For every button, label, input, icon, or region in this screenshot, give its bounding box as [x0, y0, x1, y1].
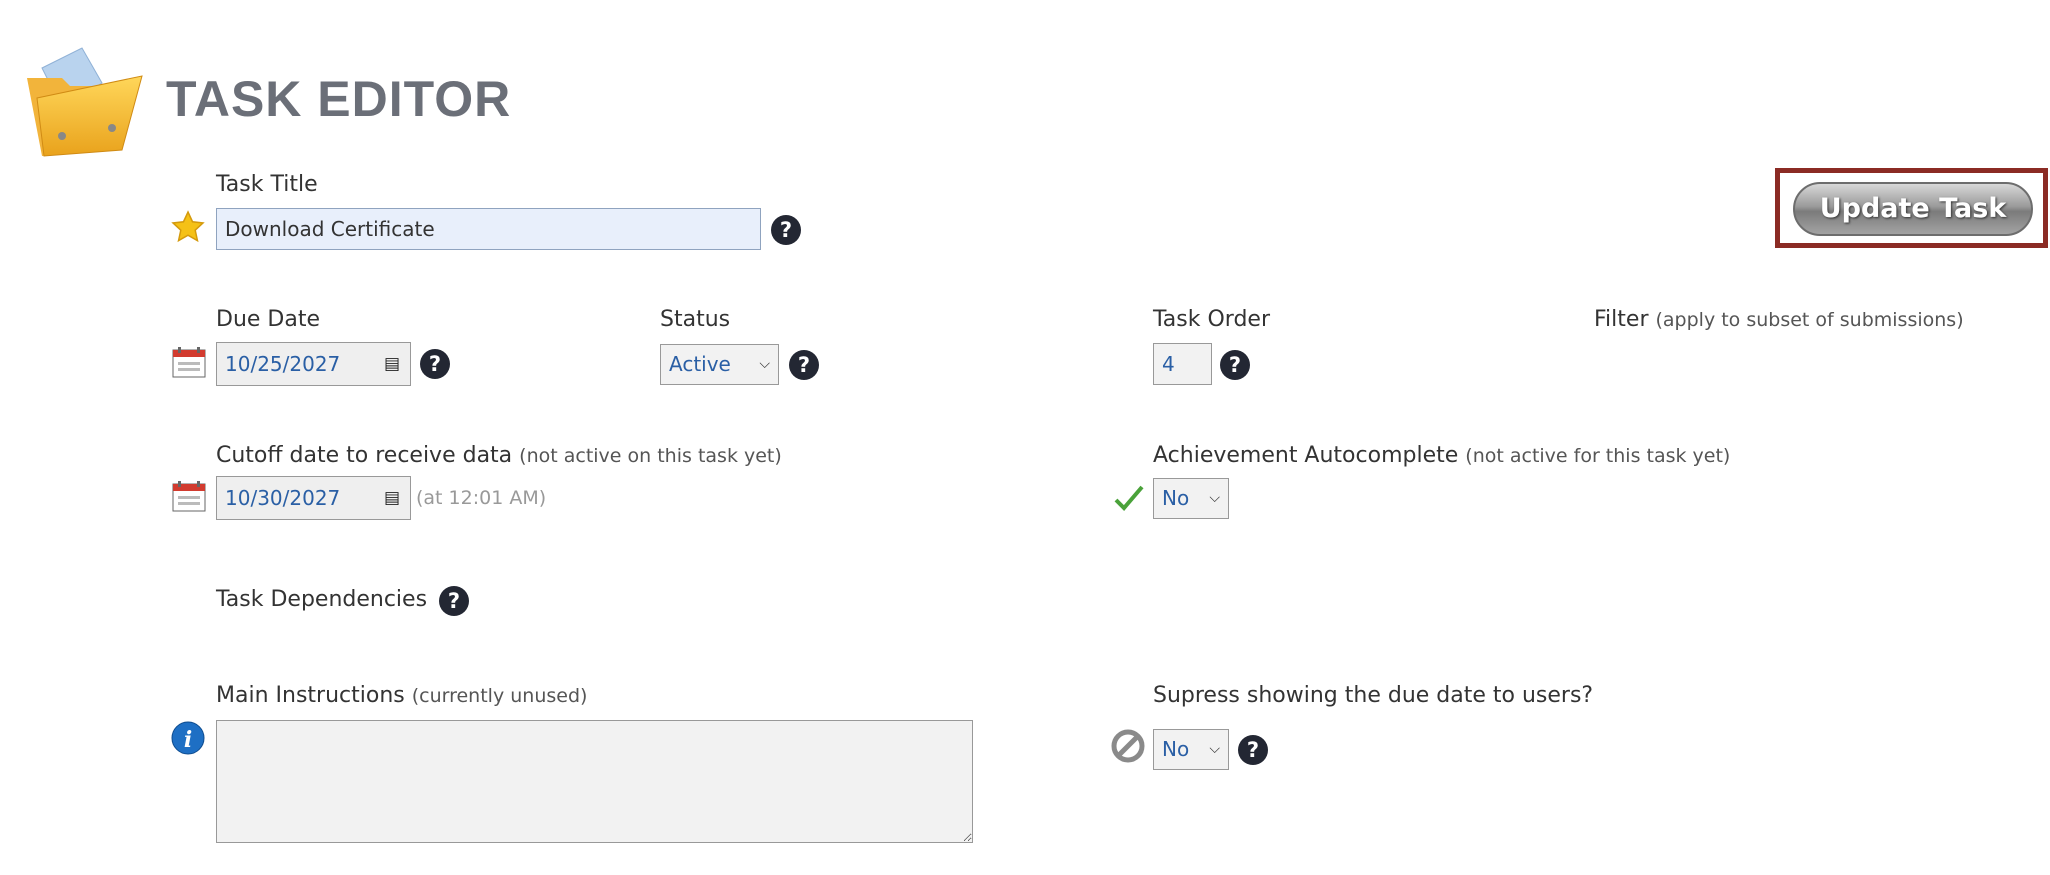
due-date-label: Due Date: [216, 307, 320, 332]
achievement-value: No: [1162, 486, 1190, 510]
status-label: Status: [660, 307, 731, 332]
prohibited-icon: [1111, 729, 1145, 767]
cutoff-note: (not active on this task yet): [519, 445, 782, 467]
update-task-button[interactable]: Update Task: [1793, 182, 2033, 236]
status-select[interactable]: Active ⌵: [660, 344, 779, 385]
filter-note: (apply to subset of submissions): [1655, 309, 1964, 331]
task-order-label: Task Order: [1153, 307, 1270, 332]
suppress-due-date-label: Supress showing the due date to users?: [1153, 683, 1594, 708]
achievement-note: (not active for this task yet): [1465, 445, 1731, 467]
task-title-input[interactable]: Download Certificate: [216, 208, 761, 250]
info-icon: i: [171, 721, 205, 759]
chevron-down-icon: ⌵: [759, 356, 770, 372]
filter-label: Filter (apply to subset of submissions): [1594, 307, 1964, 332]
folder-icon: [22, 38, 147, 158]
chevron-down-icon: ⌵: [1209, 741, 1220, 757]
chevron-down-icon: ⌵: [1209, 490, 1220, 506]
cutoff-time-note: (at 12:01 AM): [416, 487, 547, 509]
achievement-label: Achievement Autocomplete (not active for…: [1153, 443, 1730, 468]
cutoff-label-text: Cutoff date to receive data: [216, 443, 513, 468]
cutoff-date-input[interactable]: 10/30/2027 ▤: [216, 476, 411, 520]
task-title-label: Task Title: [216, 172, 318, 197]
cutoff-date-value: 10/30/2027: [225, 486, 341, 510]
suppress-due-date-value: No: [1162, 737, 1190, 761]
calendar-icon: [172, 346, 206, 382]
filter-label-text: Filter: [1594, 307, 1649, 332]
task-dependencies-help-icon[interactable]: ?: [439, 586, 469, 616]
checkmark-icon: [1114, 484, 1144, 516]
due-date-value: 10/25/2027: [225, 352, 341, 376]
task-order-help-icon[interactable]: ?: [1220, 350, 1250, 380]
date-picker-icon[interactable]: ▤: [384, 343, 400, 385]
date-picker-icon[interactable]: ▤: [384, 477, 400, 519]
main-instructions-textarea[interactable]: [216, 720, 973, 843]
status-help-icon[interactable]: ?: [789, 350, 819, 380]
achievement-label-text: Achievement Autocomplete: [1153, 443, 1459, 468]
svg-text:i: i: [184, 727, 192, 753]
main-instructions-note: (currently unused): [411, 685, 588, 707]
task-dependencies-label: Task Dependencies: [216, 587, 428, 612]
task-title-help-icon[interactable]: ?: [771, 215, 801, 245]
page-title: TASK EDITOR: [166, 71, 512, 127]
calendar-icon: [172, 480, 206, 516]
due-date-help-icon[interactable]: ?: [420, 349, 450, 379]
due-date-input[interactable]: 10/25/2027 ▤: [216, 342, 411, 386]
main-instructions-label-text: Main Instructions: [216, 683, 405, 708]
cutoff-label: Cutoff date to receive data (not active …: [216, 443, 782, 468]
suppress-due-date-help-icon[interactable]: ?: [1238, 735, 1268, 765]
task-order-input[interactable]: 4: [1153, 343, 1212, 385]
star-icon: [170, 209, 206, 249]
main-instructions-label: Main Instructions (currently unused): [216, 683, 587, 708]
achievement-select[interactable]: No ⌵: [1153, 478, 1229, 519]
suppress-due-date-select[interactable]: No ⌵: [1153, 729, 1229, 770]
status-value: Active: [669, 352, 731, 376]
